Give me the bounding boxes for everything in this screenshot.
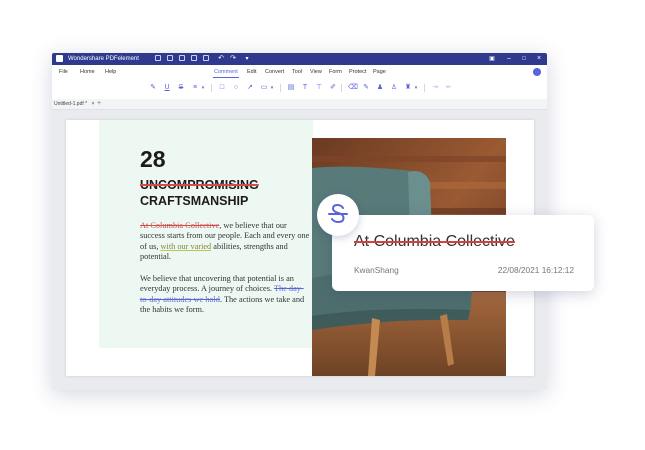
menu-form[interactable]: Form [329,68,342,77]
text-list-icon[interactable]: ≡ [191,84,199,92]
show-comments-icon[interactable]: ⇤ [445,84,453,92]
print-icon[interactable] [179,55,185,61]
rectangle-icon[interactable]: □ [218,84,226,92]
menu-convert[interactable]: Convert [265,68,284,77]
title-bar: Wondershare PDFelement ↶ ↷ ▾ ▣ – □ × [52,53,547,65]
oval-icon[interactable]: ○ [232,84,240,92]
attachment-icon[interactable]: ♜ [404,84,412,92]
redo-icon[interactable]: ↷ [227,53,239,65]
menu-help[interactable]: Help [105,68,116,77]
eraser-icon[interactable]: ⌫ [348,84,358,92]
feedback-icon[interactable]: ▣ [486,53,498,65]
comment-popup[interactable]: At Columbia Collective KwanShang 22/08/2… [332,215,594,291]
tab-untitled[interactable]: Untitled-1.pdf * × [54,100,94,108]
save-icon[interactable] [167,55,173,61]
menu-view[interactable]: View [310,68,322,77]
minimize-button[interactable]: – [503,53,515,65]
toolbar-divider [341,84,342,92]
undo-icon[interactable]: ↶ [215,53,227,65]
menu-tool[interactable]: Tool [292,68,302,77]
maximize-button[interactable]: □ [518,53,530,65]
area-highlight-icon[interactable]: ✎ [362,84,370,92]
typewriter-icon[interactable]: T [301,84,309,92]
text-box-icon[interactable]: ⊤ [315,84,323,92]
menu-protect[interactable]: Protect [349,68,366,77]
tab-close-icon[interactable]: × [91,101,94,107]
menu-comment[interactable]: Comment [214,68,238,77]
add-tab-icon[interactable]: + [97,99,101,108]
open-file-icon[interactable] [155,55,161,61]
paragraph-1: At Columbia Collective, we believe that … [140,221,310,262]
user-avatar-icon[interactable] [533,68,541,76]
menu-edit[interactable]: Edit [247,68,256,77]
heading-struck[interactable]: UNCOMPROMISING [140,178,259,192]
more-icon[interactable] [203,55,209,61]
pencil-icon[interactable]: ✐ [329,84,337,92]
highlight-icon[interactable]: ✎ [149,84,157,92]
menu-bar: File Home Help Comment Edit Convert Tool… [52,65,547,100]
toolbar-divider [280,84,281,92]
comment-quote: At Columbia Collective [354,233,515,250]
strikethrough-icon[interactable] [317,194,359,236]
comment-timestamp: 22/08/2021 16:12:12 [497,265,574,275]
page-number-heading: 28 [140,146,166,172]
stamp-icon[interactable]: ♟ [376,84,384,92]
menu-page[interactable]: Page [373,68,386,77]
underline-icon[interactable]: U [163,84,171,92]
shape-more-icon[interactable]: ▭ [260,84,268,92]
strikethrough-annotation[interactable]: At Columbia Collective [140,221,219,230]
close-window-button[interactable]: × [533,53,545,65]
app-logo-icon [56,55,63,62]
paragraph-2: We believe that uncovering that potentia… [140,274,305,315]
arrow-icon[interactable]: ↗ [246,84,254,92]
active-menu-indicator [213,77,239,78]
strikethrough-tool-icon[interactable]: S [177,84,185,92]
hide-comments-icon[interactable]: ⇥ [431,84,439,92]
comment-author: KwanShang [354,265,399,275]
toolbar-divider [424,84,425,92]
customize-icon[interactable]: ▾ [241,53,253,65]
email-icon[interactable] [191,55,197,61]
app-title: Wondershare PDFelement [68,56,139,62]
chevron-down-icon[interactable]: ▾ [412,84,420,92]
menu-file[interactable]: File [59,68,68,77]
toolbar-divider [211,84,212,92]
chevron-down-icon[interactable]: ▾ [268,84,276,92]
tab-label: Untitled-1.pdf * [54,101,88,107]
signature-icon[interactable]: ♙ [390,84,398,92]
document-tab-bar: Untitled-1.pdf * × + [52,99,547,110]
heading-line2: CRAFTSMANSHIP [140,194,249,208]
underline-annotation[interactable]: with our varied [161,242,212,251]
chevron-down-icon[interactable]: ▾ [199,84,207,92]
note-icon[interactable]: ▤ [287,84,295,92]
menu-home[interactable]: Home [80,68,95,77]
